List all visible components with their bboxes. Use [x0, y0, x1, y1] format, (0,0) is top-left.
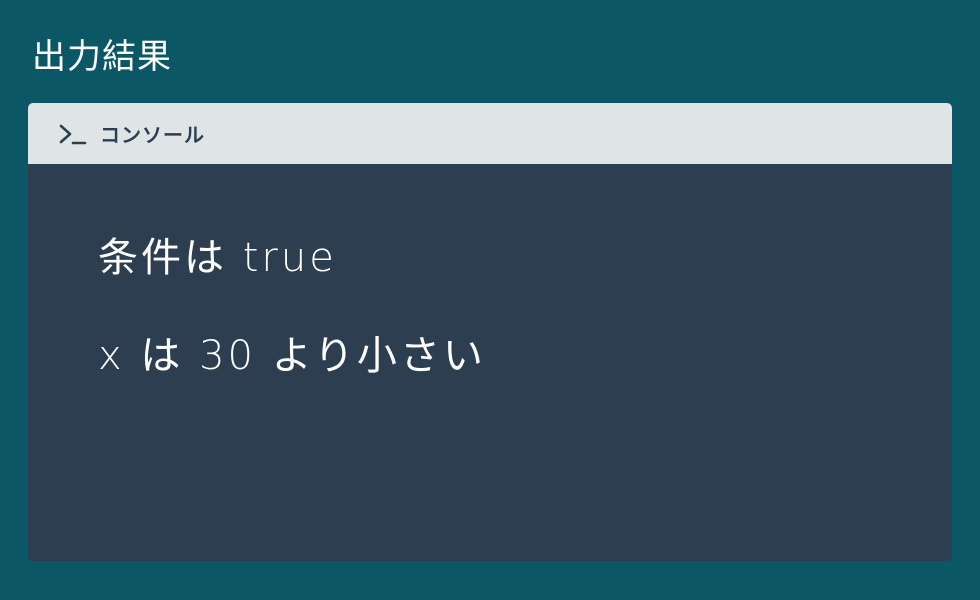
console-header: コンソール: [28, 103, 952, 164]
page-title: 出力結果: [32, 37, 172, 77]
console-output: 条件は true x は 30 より小さい: [28, 164, 952, 380]
console-panel: コンソール 条件は true x は 30 より小さい: [28, 103, 952, 561]
output-line: x は 30 より小さい: [98, 333, 486, 379]
terminal-icon: [58, 122, 88, 146]
output-line: 条件は true: [98, 235, 337, 281]
console-label: コンソール: [100, 123, 205, 147]
